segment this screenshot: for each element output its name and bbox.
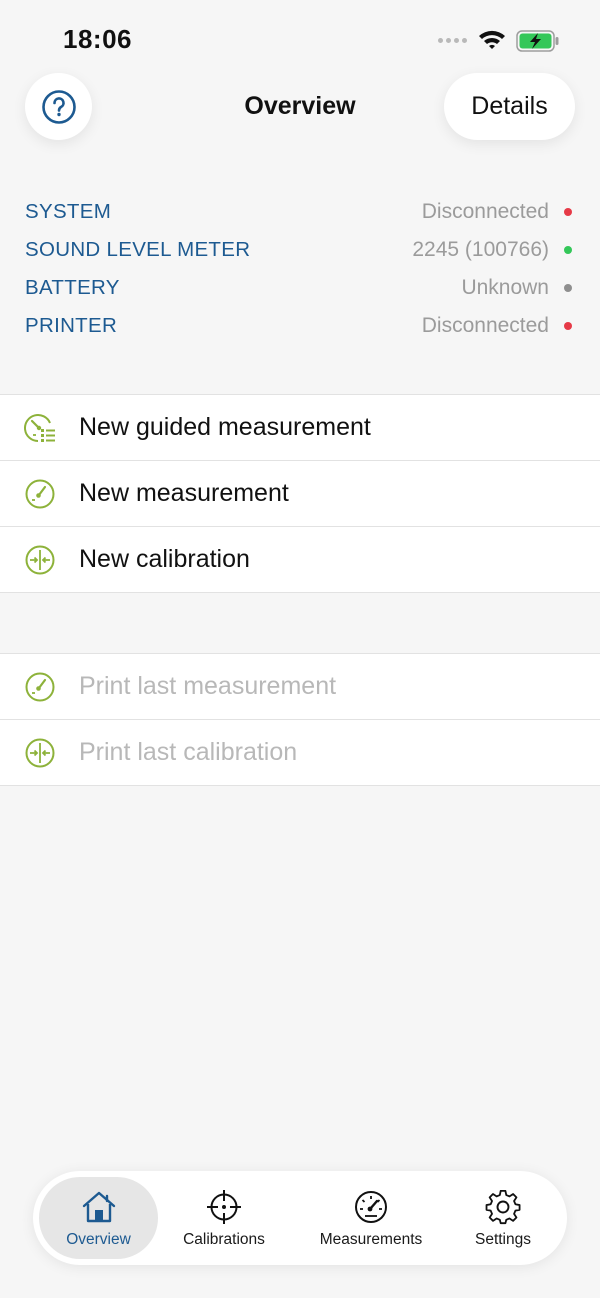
cellular-signal-icon xyxy=(438,38,467,43)
status-value: Disconnected xyxy=(421,314,549,337)
status-row-battery: BATTERY Unknown xyxy=(25,269,575,307)
status-value: 2245 (100766) xyxy=(412,238,549,261)
speedometer-icon xyxy=(354,1189,388,1225)
status-time: 18:06 xyxy=(63,24,132,54)
tab-label: Settings xyxy=(474,1231,531,1248)
row-label: New measurement xyxy=(79,479,289,507)
status-value: Disconnected xyxy=(421,200,549,223)
device-status-list: SYSTEM Disconnected SOUND LEVEL METER 22… xyxy=(25,193,575,345)
tab-bar: Overview Calibrations Measurements Setti… xyxy=(33,1171,567,1265)
status-label: PRINTER xyxy=(25,314,118,337)
calibration-icon xyxy=(24,737,56,769)
details-button[interactable]: Details xyxy=(444,73,575,140)
status-label: SOUND LEVEL METER xyxy=(25,238,251,261)
new-measurement-button[interactable]: New measurement xyxy=(0,461,600,527)
actions-list: New guided measurement New measurement N… xyxy=(0,394,600,593)
crosshair-icon xyxy=(206,1189,242,1225)
guided-measurement-icon xyxy=(24,412,56,444)
status-value: Unknown xyxy=(461,276,549,299)
row-label: New guided measurement xyxy=(79,413,371,441)
status-label: SYSTEM xyxy=(25,200,112,223)
home-icon xyxy=(81,1189,117,1225)
print-last-measurement-button[interactable]: Print last measurement xyxy=(0,654,600,720)
status-indicator-dot xyxy=(564,208,572,216)
status-bar: 18:06 xyxy=(0,0,600,80)
row-label: Print last measurement xyxy=(79,672,337,700)
status-indicator-dot xyxy=(564,284,572,292)
status-row-sound-level-meter: SOUND LEVEL METER 2245 (100766) xyxy=(25,231,575,269)
new-guided-measurement-button[interactable]: New guided measurement xyxy=(0,395,600,461)
row-label: New calibration xyxy=(79,545,250,573)
status-indicator-dot xyxy=(564,246,572,254)
tab-calibrations[interactable]: Calibrations xyxy=(164,1177,284,1259)
status-label: BATTERY xyxy=(25,276,120,299)
tab-label: Measurements xyxy=(319,1231,423,1248)
gear-icon xyxy=(485,1189,521,1225)
print-actions-list: Print last measurement Print last calibr… xyxy=(0,653,600,786)
tab-settings[interactable]: Settings xyxy=(453,1177,553,1259)
status-row-printer: PRINTER Disconnected xyxy=(25,307,575,345)
tab-measurements[interactable]: Measurements xyxy=(305,1177,437,1259)
gauge-icon xyxy=(24,671,56,703)
print-last-calibration-button[interactable]: Print last calibration xyxy=(0,720,600,786)
gauge-icon xyxy=(24,478,56,510)
row-label: Print last calibration xyxy=(79,738,298,766)
new-calibration-button[interactable]: New calibration xyxy=(0,527,600,593)
tab-label: Overview xyxy=(66,1231,131,1248)
calibration-icon xyxy=(24,544,56,576)
status-row-system: SYSTEM Disconnected xyxy=(25,193,575,231)
tab-overview[interactable]: Overview xyxy=(39,1177,158,1259)
battery-charging-icon xyxy=(516,30,560,57)
status-indicator-dot xyxy=(564,322,572,330)
tab-label: Calibrations xyxy=(183,1231,265,1248)
wifi-icon xyxy=(478,28,506,55)
